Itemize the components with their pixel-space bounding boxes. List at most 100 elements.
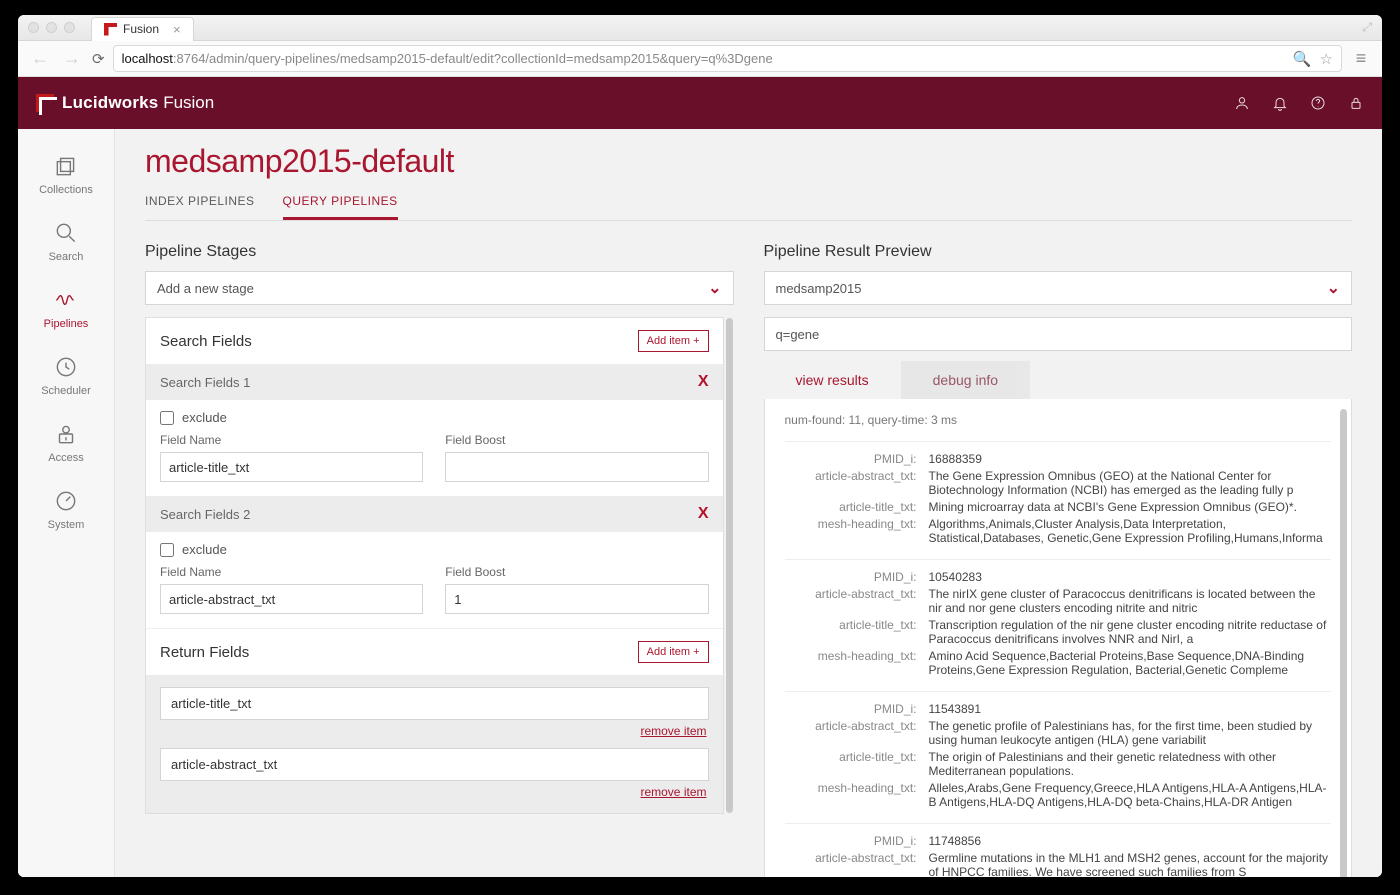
sidebar-label: Access <box>48 452 83 464</box>
field-boost-input-1[interactable] <box>445 452 708 482</box>
field-boost-input-2[interactable] <box>445 584 708 614</box>
scrollbar[interactable] <box>1340 409 1347 877</box>
field-key: mesh-heading_txt: <box>785 781 917 809</box>
sidebar: Collections Search Pipelines Scheduler A… <box>18 129 115 877</box>
expand-icon[interactable]: ⤢ <box>1362 20 1372 35</box>
sidebar-label: Search <box>49 251 84 263</box>
sidebar-label: Scheduler <box>41 385 91 397</box>
search-fields-title: Search Fields <box>160 333 252 350</box>
remove-item-link[interactable]: remove item <box>160 722 709 748</box>
zoom-icon[interactable]: 🔍 <box>1293 50 1312 68</box>
field-name-label: Field Name <box>160 565 423 579</box>
traffic-min-icon[interactable] <box>46 22 57 33</box>
result-preview-column: Pipeline Result Preview medsamp2015 ⌄ q=… <box>764 243 1353 877</box>
results-meta: num-found: 11, query-time: 3 ms <box>785 413 1332 427</box>
bell-icon[interactable] <box>1272 95 1288 111</box>
access-icon <box>53 421 79 447</box>
field-value: Mining microarray data at NCBI's Gene Ex… <box>929 500 1332 514</box>
field-key: article-abstract_txt: <box>785 587 917 615</box>
field-value: Germline mutations in the MLH1 and MSH2 … <box>929 851 1332 877</box>
remove-section-icon[interactable]: X <box>698 373 709 391</box>
page-title: medsamp2015-default <box>145 143 1352 180</box>
field-key: mesh-heading_txt: <box>785 649 917 677</box>
field-value: Alleles,Arabs,Gene Frequency,Greece,HLA … <box>929 781 1332 809</box>
return-item-2[interactable]: article-abstract_txt <box>160 748 709 781</box>
field-name-label: Field Name <box>160 433 423 447</box>
sidebar-item-scheduler[interactable]: Scheduler <box>18 344 114 411</box>
search-icon <box>53 220 79 246</box>
gauge-icon <box>53 488 79 514</box>
sidebar-item-access[interactable]: Access <box>18 411 114 478</box>
query-input[interactable]: q=gene <box>764 317 1353 351</box>
reload-icon[interactable]: ⟳ <box>92 50 105 68</box>
query-text: q=gene <box>776 327 820 342</box>
exclude-label: exclude <box>182 542 227 557</box>
user-icon[interactable] <box>1234 95 1250 111</box>
remove-item-link[interactable]: remove item <box>160 783 709 809</box>
main-content: medsamp2015-default INDEX PIPELINES QUER… <box>115 129 1382 877</box>
exclude-checkbox-2[interactable] <box>160 543 174 557</box>
search-fields-panel: Search Fields Add item + Search Fields 1… <box>145 317 724 814</box>
field-boost-label: Field Boost <box>445 433 708 447</box>
results-panel: num-found: 11, query-time: 3 ms PMID_i:1… <box>764 399 1353 877</box>
star-icon[interactable]: ☆ <box>1320 50 1333 68</box>
sidebar-label: Pipelines <box>44 318 89 330</box>
forward-icon[interactable]: → <box>60 48 84 69</box>
field-key: article-abstract_txt: <box>785 851 917 877</box>
field-value: The Gene Expression Omnibus (GEO) at the… <box>929 469 1332 497</box>
search-fields-1-header: Search Fields 1 X <box>146 364 723 400</box>
add-item-button[interactable]: Add item + <box>638 330 709 352</box>
result-record: PMID_i:11543891 article-abstract_txt:The… <box>785 691 1332 823</box>
field-key: PMID_i: <box>785 834 917 848</box>
field-boost-label: Field Boost <box>445 565 708 579</box>
sidebar-item-pipelines[interactable]: Pipelines <box>18 277 114 344</box>
result-tabs: view results debug info <box>764 361 1353 399</box>
return-item-1[interactable]: article-title_txt <box>160 687 709 720</box>
section-title: Search Fields 2 <box>160 507 250 522</box>
help-icon[interactable] <box>1310 95 1326 111</box>
result-preview-heading: Pipeline Result Preview <box>764 243 1353 261</box>
tab-view-results[interactable]: view results <box>764 361 901 399</box>
browser-tab-title: Fusion <box>123 22 159 36</box>
exclude-label: exclude <box>182 410 227 425</box>
hamburger-icon[interactable]: ≡ <box>1350 48 1372 69</box>
sidebar-item-search[interactable]: Search <box>18 210 114 277</box>
add-stage-label: Add a new stage <box>157 281 254 296</box>
field-key: mesh-heading_txt: <box>785 517 917 545</box>
close-tab-icon[interactable]: × <box>173 22 181 37</box>
add-return-item-button[interactable]: Add item + <box>638 641 709 663</box>
traffic-max-icon[interactable] <box>64 22 75 33</box>
add-stage-select[interactable]: Add a new stage ⌄ <box>145 271 734 305</box>
sidebar-item-collections[interactable]: Collections <box>18 143 114 210</box>
tab-index-pipelines[interactable]: INDEX PIPELINES <box>145 186 255 220</box>
field-key: article-abstract_txt: <box>785 719 917 747</box>
url-path: :8764/admin/query-pipelines/medsamp2015-… <box>173 51 773 66</box>
logo-icon <box>36 94 54 112</box>
field-value: Amino Acid Sequence,Bacterial Proteins,B… <box>929 649 1332 677</box>
brand-label: Lucidworks Fusion <box>62 93 214 113</box>
back-icon[interactable]: ← <box>28 48 52 69</box>
favicon-icon <box>104 23 117 36</box>
collection-select[interactable]: medsamp2015 ⌄ <box>764 271 1353 305</box>
lock-icon[interactable] <box>1348 95 1364 111</box>
exclude-checkbox-1[interactable] <box>160 411 174 425</box>
browser-tab[interactable]: Fusion × <box>91 17 194 41</box>
result-record: PMID_i: 11748856 article-abstract_txt: Ger… <box>785 823 1332 877</box>
remove-section-icon[interactable]: X <box>698 505 709 523</box>
field-name-input-1[interactable] <box>160 452 423 482</box>
sidebar-item-system[interactable]: System <box>18 478 114 545</box>
url-host: localhost <box>122 51 173 66</box>
address-bar[interactable]: localhost:8764/admin/query-pipelines/med… <box>113 45 1342 72</box>
window-titlebar: Fusion × ⤢ <box>18 15 1382 41</box>
pipeline-stages-column: Pipeline Stages Add a new stage ⌄ Search… <box>145 243 734 877</box>
clock-icon <box>53 354 79 380</box>
tab-debug-info[interactable]: debug info <box>901 361 1030 399</box>
header-icon-group <box>1234 95 1364 111</box>
field-value: Algorithms,Animals,Cluster Analysis,Data… <box>929 517 1332 545</box>
field-name-input-2[interactable] <box>160 584 423 614</box>
field-key: PMID_i: <box>785 452 917 466</box>
traffic-close-icon[interactable] <box>28 22 39 33</box>
field-key: article-title_txt: <box>785 500 917 514</box>
tab-query-pipelines[interactable]: QUERY PIPELINES <box>283 186 398 220</box>
field-value: 11748856 <box>929 834 1332 848</box>
